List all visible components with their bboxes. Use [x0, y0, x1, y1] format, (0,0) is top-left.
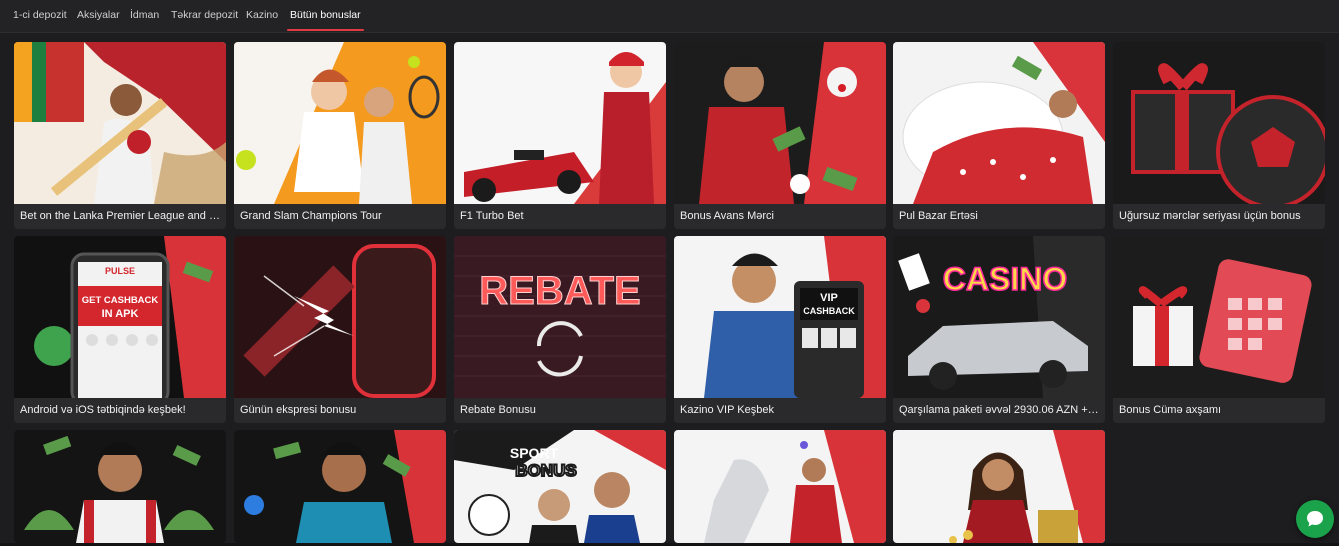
bonus-card-title: Günün ekspresi bonusu: [240, 404, 357, 416]
lightning-express-image: [234, 236, 446, 398]
bonus-card-welcome-package[interactable]: CASINO Qarşılama paketi əvvəl 2930.06 AZ…: [893, 236, 1105, 423]
money-monday-image: [893, 42, 1105, 204]
rocket-image: [674, 430, 886, 543]
bonus-card-title: Bonus Cümə axşamı: [1119, 404, 1222, 416]
svg-text:CASINO: CASINO: [943, 261, 1067, 297]
money-fan-image: [14, 430, 226, 543]
bonus-card-title: Bonus Avans Mərci: [680, 210, 774, 222]
tab-casino[interactable]: Kazino: [246, 0, 278, 31]
tab-first-deposit[interactable]: 1-ci depozit: [13, 0, 67, 31]
bonus-card-title: Bet on the Lanka Premier League and get …: [20, 210, 220, 222]
bonus-advance-image: [674, 42, 886, 204]
bonus-card-title: Rebate Bonusu: [460, 404, 536, 416]
bonus-card-title: Kazino VIP Keşbek: [680, 404, 774, 416]
rebate-neon-image: REBATE: [454, 236, 666, 398]
bonus-card-casino-woman[interactable]: [893, 430, 1105, 543]
f1-racing-image: [454, 42, 666, 204]
svg-text:VIP: VIP: [820, 292, 838, 304]
bonus-card-money-fan[interactable]: [14, 430, 226, 543]
chat-bubble-icon: [1307, 511, 1323, 527]
bonus-card-rebate[interactable]: REBATE Rebate Bonusu: [454, 236, 666, 423]
bonus-card-title: F1 Turbo Bet: [460, 210, 524, 222]
calendar-gift-image: [1113, 236, 1325, 398]
bonus-card-gunun-ekspresi[interactable]: Günün ekspresi bonusu: [234, 236, 446, 423]
gift-football-image: [1113, 42, 1325, 204]
bonus-card-lanka-premier-league[interactable]: Bet on the Lanka Premier League and get …: [14, 42, 226, 229]
app-cashback-image: PULSE GET CASHBACK IN APK: [14, 236, 226, 398]
bonus-card-sport-bonus[interactable]: SPORT BONUS: [454, 430, 666, 543]
bonus-card-ugursuz-merclar[interactable]: Uğursuz mərclər seriyası üçün bonus: [1113, 42, 1325, 229]
bonus-card-title: Pul Bazar Ertəsi: [899, 210, 978, 222]
bonus-card-money-shower[interactable]: [234, 430, 446, 543]
bonus-card-bonus-cume-axsami[interactable]: Bonus Cümə axşamı: [1113, 236, 1325, 423]
bonus-card-title: Qarşılama paketi əvvəl 2930.06 AZN + 150…: [899, 404, 1099, 416]
svg-text:BONUS: BONUS: [515, 461, 576, 480]
bonus-card-app-cashback[interactable]: PULSE GET CASHBACK IN APK Android və iOS…: [14, 236, 226, 423]
svg-text:IN APK: IN APK: [102, 308, 139, 320]
tennis-players-image: [234, 42, 446, 204]
money-shower-image: [234, 430, 446, 543]
casino-woman-image: [893, 430, 1105, 543]
vip-cashback-image: VIP CASHBACK: [674, 236, 886, 398]
bonus-card-title: Android və iOS tətbiqində keşbek!: [20, 404, 186, 416]
bonus-card-grand-slam[interactable]: Grand Slam Champions Tour: [234, 42, 446, 229]
bonus-card-rocket[interactable]: [674, 430, 886, 543]
tab-sports[interactable]: İdman: [130, 0, 159, 31]
tab-all-bonuses[interactable]: Bütün bonuslar: [287, 0, 364, 31]
bonus-card-title: Grand Slam Champions Tour: [240, 210, 382, 222]
bonus-card-f1-turbo[interactable]: F1 Turbo Bet: [454, 42, 666, 229]
cricket-player-image: [14, 42, 226, 204]
sport-bonus-image: SPORT BONUS: [454, 430, 666, 543]
bonus-card-pul-bazar-ertesi[interactable]: Pul Bazar Ertəsi: [893, 42, 1105, 229]
bonus-card-kazino-vip[interactable]: VIP CASHBACK Kazino VIP Keşbek: [674, 236, 886, 423]
bonus-card-bonus-avans[interactable]: Bonus Avans Mərci: [674, 42, 886, 229]
tab-repeat-deposit[interactable]: Təkrar depozit: [171, 0, 238, 31]
bonus-card-title: Uğursuz mərclər seriyası üçün bonus: [1119, 210, 1301, 222]
tab-promotions[interactable]: Aksiyalar: [77, 0, 120, 31]
brand-logo: PULSE: [105, 266, 135, 276]
casino-car-image: CASINO: [893, 236, 1105, 398]
live-chat-button[interactable]: [1296, 500, 1334, 538]
bonus-category-tabs: 1-ci depozit Aksiyalar İdman Təkrar depo…: [0, 0, 1339, 33]
svg-text:GET CASHBACK: GET CASHBACK: [82, 295, 159, 306]
svg-text:SPORT: SPORT: [510, 445, 559, 461]
svg-text:REBATE: REBATE: [479, 269, 640, 313]
svg-text:CASHBACK: CASHBACK: [803, 306, 855, 316]
